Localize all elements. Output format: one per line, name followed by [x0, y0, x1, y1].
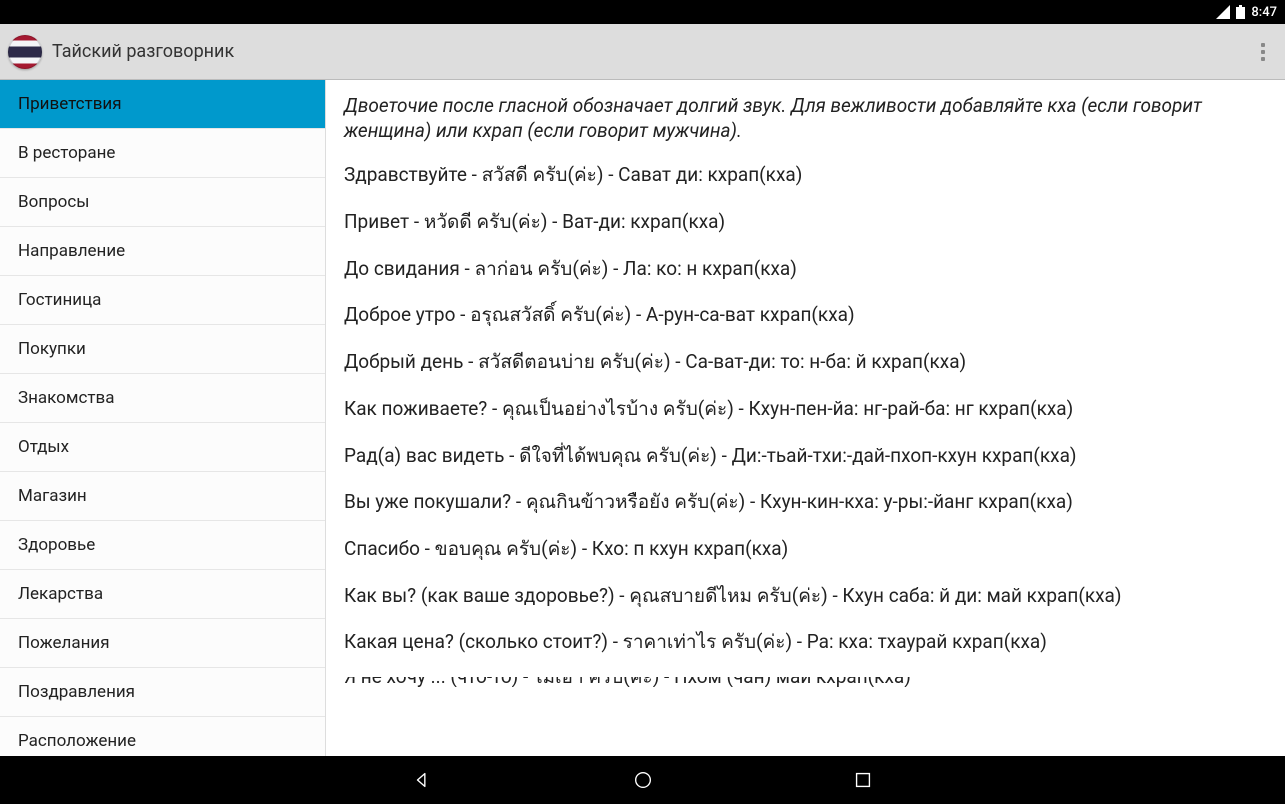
phrase-line: Доброе утро - อรุณสวัสดิ์ ครับ(ค่ะ) - А-… [344, 303, 1267, 328]
phrase-line: Здравствуйте - สวัสดี ครับ(ค่ะ) - Сават … [344, 163, 1267, 188]
sidebar-item[interactable]: Магазин [0, 472, 325, 521]
content-intro-text: Двоеточие после гласной обозначает долги… [344, 94, 1267, 143]
sidebar-item[interactable]: В ресторане [0, 129, 325, 178]
navigation-bar [0, 756, 1285, 804]
sidebar-item[interactable]: Лекарства [0, 570, 325, 619]
phrase-line: Как вы? (как ваше здоровье?) - คุณสบายดี… [344, 584, 1267, 609]
phrase-line: До свидания - ลาก่อน ครับ(ค่ะ) - Ла: ко:… [344, 257, 1267, 282]
overflow-menu-button[interactable] [1249, 32, 1277, 72]
sidebar-item[interactable]: Пожелания [0, 619, 325, 668]
signal-icon [1216, 5, 1230, 19]
sidebar-item[interactable]: Направление [0, 227, 325, 276]
sidebar-item[interactable]: Здоровье [0, 521, 325, 570]
sidebar-item[interactable]: Покупки [0, 325, 325, 374]
sidebar-item[interactable]: Поздравления [0, 668, 325, 717]
status-time: 8:47 [1251, 5, 1277, 20]
phrase-line: Привет - หวัดดี ครับ(ค่ะ) - Ват-ди: кхра… [344, 210, 1267, 235]
back-button[interactable] [403, 760, 443, 800]
sidebar-item[interactable]: Знакомства [0, 374, 325, 423]
phrase-line: Спасибо - ขอบคุณ ครับ(ค่ะ) - Кхо: п кхун… [344, 537, 1267, 562]
sidebar-item[interactable]: Отдых [0, 423, 325, 472]
sidebar-item[interactable]: Гостиница [0, 276, 325, 325]
phrase-line: Рад(а) вас видеть - ดีใจที่ได้พบคุณ ครับ… [344, 444, 1267, 469]
app-icon-thai-flag [8, 35, 42, 69]
phrase-line: Вы уже покушали? - คุณกินข้าวหรือยัง ครั… [344, 490, 1267, 515]
app-title: Тайский разговорник [52, 41, 1239, 62]
phrase-line: Какая цена? (сколько стоит?) - ราคาเท่าไ… [344, 630, 1267, 655]
phrase-line: Как поживаете? - คุณเป็นอย่างไรบ้าง ครับ… [344, 397, 1267, 422]
recent-apps-button[interactable] [843, 760, 883, 800]
battery-icon [1236, 5, 1245, 19]
content-pane[interactable]: Двоеточие после гласной обозначает долги… [326, 80, 1285, 756]
phrase-line-partial: Я не хочу ... (что-то) - ไม่เอา ครับ(ค่ะ… [344, 677, 1267, 687]
action-bar: Тайский разговорник [0, 24, 1285, 80]
phrase-line: Добрый день - สวัสดีตอนบ่าย ครับ(ค่ะ) - … [344, 350, 1267, 375]
sidebar-item[interactable]: Приветствия [0, 80, 325, 129]
category-sidebar[interactable]: ПриветствияВ ресторанеВопросыНаправление… [0, 80, 326, 756]
sidebar-item[interactable]: Вопросы [0, 178, 325, 227]
sidebar-item[interactable]: Расположение [0, 717, 325, 756]
home-button[interactable] [623, 760, 663, 800]
status-bar: 8:47 [0, 0, 1285, 24]
main-area: ПриветствияВ ресторанеВопросыНаправление… [0, 80, 1285, 756]
